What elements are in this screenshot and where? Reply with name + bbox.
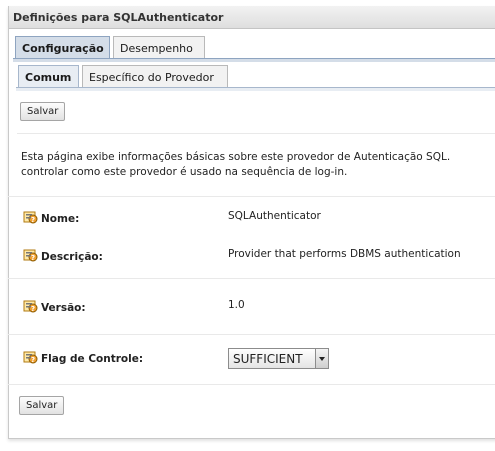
control-flag-label: ? Flag de Controle: xyxy=(23,349,143,368)
name-value: SQLAuthenticator xyxy=(228,210,321,222)
tab-configuracao[interactable]: Configuração xyxy=(15,36,110,58)
description-label: ? Descrição: xyxy=(23,247,103,266)
description-value: Provider that performs DBMS authenticati… xyxy=(228,248,461,260)
save-button-bottom[interactable]: Salvar xyxy=(19,396,65,415)
divider xyxy=(17,133,495,134)
tab-desempenho[interactable]: Desempenho xyxy=(113,36,205,58)
tab-label: Comum xyxy=(25,71,72,84)
field-label-text: Descrição: xyxy=(41,251,103,263)
row-divider xyxy=(8,278,495,279)
tab-label: Específico do Provedor xyxy=(89,71,214,84)
help-key-icon[interactable]: ? xyxy=(23,298,39,317)
tab-label: Configuração xyxy=(22,42,104,55)
settings-panel: Definições para SQLAuthenticator Configu… xyxy=(8,6,495,439)
svg-text:?: ? xyxy=(31,356,35,364)
version-value: 1.0 xyxy=(228,299,245,311)
help-key-icon[interactable]: ? xyxy=(23,349,39,368)
field-label-text: Flag de Controle: xyxy=(41,353,144,365)
intro-line: controlar como este provedor é usado na … xyxy=(21,166,348,178)
save-button-top[interactable]: Salvar xyxy=(20,102,66,121)
title-bar: Definições para SQLAuthenticator xyxy=(9,6,495,29)
chevron-down-icon[interactable] xyxy=(315,349,328,368)
help-key-icon[interactable]: ? xyxy=(23,209,39,228)
tab-underline xyxy=(13,58,495,62)
tab-especifico-provedor[interactable]: Específico do Provedor xyxy=(82,65,228,87)
svg-text:?: ? xyxy=(31,305,35,313)
row-divider xyxy=(8,196,495,197)
intro-text: Esta página exibe informações básicas so… xyxy=(21,150,450,180)
svg-text:?: ? xyxy=(31,216,35,224)
field-label-text: Nome: xyxy=(41,213,80,225)
version-label: ? Versão: xyxy=(23,298,86,317)
row-divider xyxy=(8,384,495,385)
intro-line: Esta página exibe informações básicas so… xyxy=(21,151,451,163)
row-divider xyxy=(8,334,495,335)
field-label-text: Versão: xyxy=(41,302,86,314)
help-key-icon[interactable]: ? xyxy=(23,247,39,266)
tab-label: Desempenho xyxy=(120,42,193,55)
control-flag-value: SUFFICIENT xyxy=(233,352,303,366)
svg-text:?: ? xyxy=(31,254,35,262)
name-label: ? Nome: xyxy=(23,209,79,228)
page-title: Definições para SQLAuthenticator xyxy=(13,11,224,24)
control-flag-select[interactable]: SUFFICIENT xyxy=(228,348,329,369)
subtab-underline xyxy=(16,87,495,91)
tab-comum[interactable]: Comum xyxy=(18,65,79,87)
